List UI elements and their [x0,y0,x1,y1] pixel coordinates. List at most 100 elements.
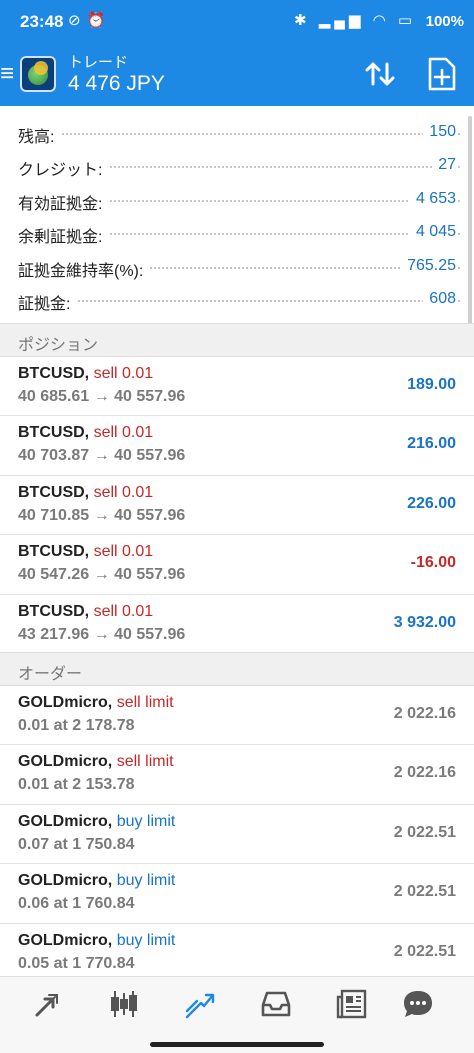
order-type: buy limit [116,812,176,830]
status-time: 23:48 [20,12,64,31]
order-detail: 0.06 at 1 760.84 [18,895,135,913]
summary-row: クレジット: 27 [0,149,474,182]
nav-news[interactable] [328,987,376,1023]
orders-section-header: オーダー [0,652,474,686]
position-symbol: BTCUSD, [18,543,90,561]
position-profit: 3 932.00 [393,613,456,631]
summary-label: 証拠金: [18,289,77,314]
summary-row: 有効証拠金: 4 653 [0,183,474,216]
new-order-icon[interactable] [426,56,458,92]
nav-messages[interactable] [394,987,442,1023]
summary-label: 残高: [18,123,61,147]
sort-icon[interactable] [362,56,398,92]
summary-label: 証拠金維持率(%): [18,256,150,281]
order-type: buy limit [116,931,176,949]
summary-value: 4 045 [409,223,456,242]
order-symbol: GOLDmicro, [18,753,113,771]
chart-icon [111,991,137,1017]
summary-row: 証拠金維持率(%): 765.25 [0,250,474,283]
position-row[interactable]: BTCUSD, sell 0.01 40 685.61 → 40 557.96 … [0,357,474,417]
app-logo [20,56,56,92]
messages-icon [404,991,432,1017]
position-prices: 40 685.61 → 40 557.96 [18,388,186,405]
order-row[interactable]: GOLDmicro, buy limit 0.06 at 1 760.84 2 … [0,864,474,924]
section-title: ポジション [18,337,99,354]
order-detail: 0.07 at 1 750.84 [18,835,135,853]
position-symbol: BTCUSD, [18,483,90,501]
position-profit: -16.00 [410,554,456,572]
order-row[interactable]: GOLDmicro, buy limit 0.05 at 1 770.84 2 … [0,923,474,983]
position-prices: 40 710.85 → 40 557.96 [18,506,186,524]
position-prices: 40 703.87 → 40 557.96 [18,447,186,465]
order-symbol: GOLDmicro, [18,931,113,949]
order-detail: 0.01 at 2 178.78 [18,717,135,734]
menu-icon[interactable]: ≡ [0,62,14,86]
order-row[interactable]: GOLDmicro, buy limit 0.07 at 1 750.84 2 … [0,804,474,865]
summary-value: 765.25 [401,256,456,275]
orders-list: GOLDmicro, sell limit 0.01 at 2 178.78 2… [0,686,474,983]
order-price: 2 022.16 [393,705,456,722]
battery-level: 100% [425,13,464,30]
nav-trade[interactable] [176,987,224,1023]
position-symbol: BTCUSD, [18,365,90,382]
position-row[interactable]: BTCUSD, sell 0.01 40 703.87 → 40 557.96 … [0,416,474,476]
order-detail: 0.01 at 2 153.78 [18,776,135,794]
position-profit: 216.00 [407,435,456,453]
page-title: トレード [68,54,129,71]
quotes-icon [35,994,58,1017]
order-symbol: GOLDmicro, [18,812,113,830]
trade-icon [185,993,215,1019]
history-icon [261,991,291,1017]
position-type: sell 0.01 [93,602,154,620]
position-type: sell 0.01 [93,543,154,561]
position-row[interactable]: BTCUSD, sell 0.01 40 547.26 → 40 557.96 … [0,535,474,595]
summary-label: クレジット: [18,156,109,181]
summary-label: 有効証拠金: [18,189,109,214]
summary-value: 608 [423,289,456,308]
order-type: sell limit [116,694,174,711]
news-icon [336,989,367,1019]
summary-value: 27 [432,156,456,175]
summary-value: 150 [423,123,456,141]
order-symbol: GOLDmicro, [18,694,113,711]
order-price: 2 022.51 [393,823,456,841]
position-row[interactable]: BTCUSD, sell 0.01 40 710.85 → 40 557.96 … [0,475,474,536]
home-indicator[interactable] [150,1042,324,1047]
position-symbol: BTCUSD, [18,602,90,620]
summary-row: 残高: 150 [0,116,474,149]
order-price: 2 022.51 [393,883,456,901]
notification-icons: ⊘⏰ [68,12,112,29]
status-bar: 23:48 ⊘⏰ ✱ ▂▄▆ ◠ ▭ 100% [0,0,474,44]
position-type: sell 0.01 [93,483,154,501]
connectivity-icons: ✱ ▂▄▆ ◠ ▭ [293,12,416,29]
position-symbol: BTCUSD, [18,424,90,442]
summary-value: 4 653 [409,189,456,208]
account-summary: 残高: 150 クレジット: 27 有効証拠金: 4 653 余剰証拠金: 4 … [0,116,474,316]
position-row[interactable]: BTCUSD, sell 0.01 43 217.96 → 40 557.96 … [0,594,474,654]
order-type: buy limit [116,872,176,890]
position-type: sell 0.01 [93,365,154,382]
summary-row: 証拠金: 608 [0,283,474,316]
order-symbol: GOLDmicro, [18,872,113,890]
order-price: 2 022.51 [393,942,456,960]
order-detail: 0.05 at 1 770.84 [18,954,135,972]
position-profit: 226.00 [407,494,456,512]
positions-section-header: ポジション [0,323,474,357]
summary-label: 余剰証拠金: [18,223,109,248]
position-profit: 189.00 [407,376,456,393]
order-row[interactable]: GOLDmicro, sell limit 0.01 at 2 178.78 2… [0,686,474,746]
positions-list: BTCUSD, sell 0.01 40 685.61 → 40 557.96 … [0,357,474,654]
position-prices: 40 547.26 → 40 557.96 [18,566,186,584]
section-title: オーダー [18,666,83,683]
order-type: sell limit [116,753,174,771]
account-balance: 4 476 JPY [68,72,165,95]
nav-quotes[interactable] [24,987,72,1023]
position-type: sell 0.01 [93,424,154,442]
nav-chart[interactable] [100,987,148,1023]
nav-history[interactable] [252,987,300,1023]
order-price: 2 022.16 [393,764,456,782]
order-row[interactable]: GOLDmicro, sell limit 0.01 at 2 153.78 2… [0,745,474,805]
app-bar: ≡ トレード 4 476 JPY [0,44,474,106]
summary-row: 余剰証拠金: 4 045 [0,216,474,249]
position-prices: 43 217.96 → 40 557.96 [18,625,186,643]
